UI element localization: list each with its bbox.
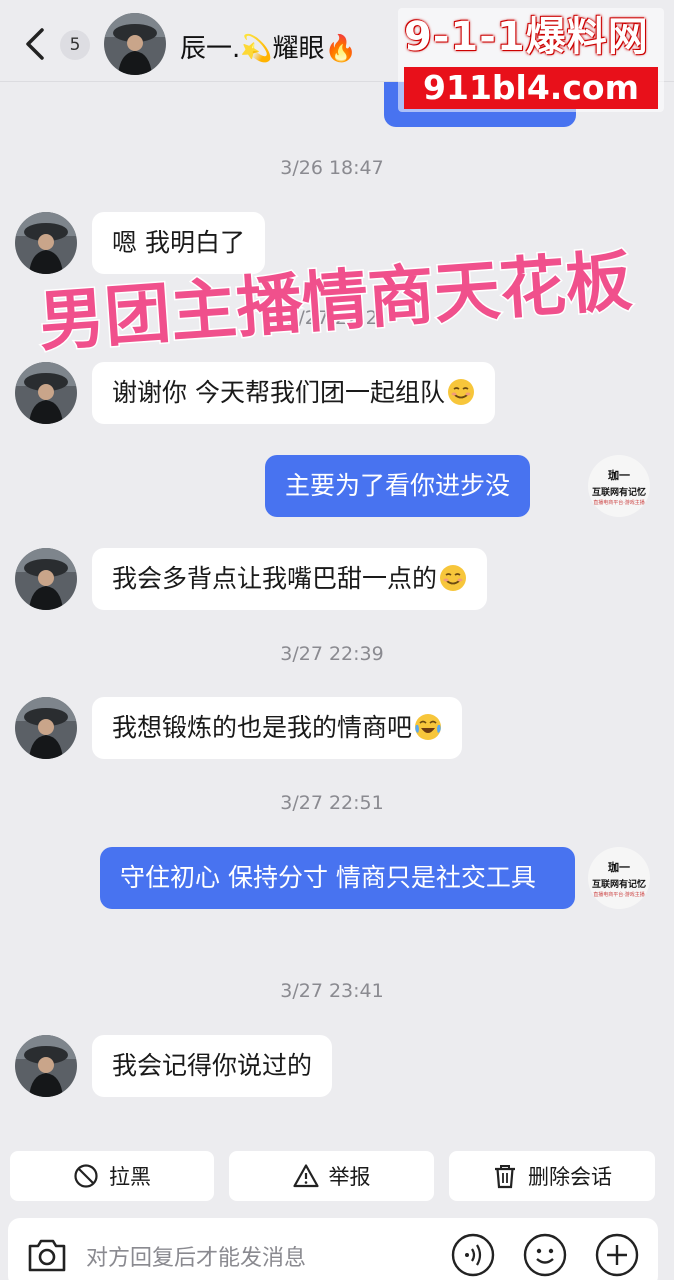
delete-label: 删除会话 [528, 1165, 612, 1189]
camera-icon[interactable] [26, 1236, 68, 1274]
contact-avatar[interactable] [15, 1035, 77, 1097]
message-text: 我会记得你说过的 [112, 1051, 313, 1080]
report-button[interactable]: 举报 [229, 1151, 434, 1201]
message-input-bar: 对方回复后才能发消息 [8, 1218, 658, 1280]
block-icon [74, 1164, 98, 1188]
message-bubble-incoming[interactable]: 嗯 我明白了 [92, 212, 265, 274]
crying-laughing-emoji [415, 714, 442, 740]
contact-avatar[interactable] [15, 362, 77, 424]
message-text: 我会多背点让我嘴巴甜一点的 [112, 564, 438, 593]
trash-icon [495, 1165, 515, 1189]
message-bubble-incoming[interactable]: 我会记得你说过的 [92, 1035, 333, 1097]
my-avatar-line3: 直播电商平台·游戏主播 [593, 500, 645, 506]
voice-icon[interactable] [450, 1232, 496, 1278]
emoji-icon[interactable] [522, 1232, 568, 1278]
watermark-site-name: 9-1-1爆料网 [404, 14, 649, 60]
contact-name[interactable]: 辰一.💫耀眼🔥 [180, 28, 357, 65]
my-avatar-line2: 互联网有记忆 [591, 488, 646, 498]
warning-icon [292, 1164, 319, 1188]
timestamp: 3/27 22:51 [280, 792, 384, 814]
message-bubble-incoming[interactable]: 我会多背点让我嘴巴甜一点的 [92, 548, 488, 610]
my-avatar[interactable]: 珈一 互联网有记忆 直播电商平台·游戏主播 [588, 455, 650, 517]
contact-avatar[interactable] [15, 697, 77, 759]
back-arrow-icon[interactable] [18, 24, 54, 64]
message-bubble-incoming[interactable]: 我想锻炼的也是我的情商吧 [92, 697, 463, 759]
timestamp: 3/26 18:47 [280, 157, 384, 179]
smiling-face-emoji [440, 565, 467, 591]
contact-avatar[interactable] [104, 13, 166, 75]
message-text: 守住初心 保持分寸 情商只是社交工具 [120, 863, 536, 892]
plus-icon[interactable] [594, 1232, 640, 1278]
message-text: 谢谢你 今天帮我们团一起组队 [112, 378, 445, 407]
delete-conversation-button[interactable]: 删除会话 [449, 1151, 655, 1201]
contact-avatar[interactable] [15, 548, 77, 610]
timestamp: 3/27 22:39 [280, 643, 384, 665]
my-avatar-line3: 直播电商平台·游戏主播 [593, 892, 645, 898]
watermark-url: 911bl4.com [404, 67, 658, 109]
message-text: 嗯 我明白了 [112, 228, 245, 257]
report-label: 举报 [328, 1165, 371, 1189]
timestamp: 3/27 23:41 [280, 980, 384, 1002]
timestamp: 3/27 22:2 [286, 307, 378, 329]
my-avatar-line1: 珈一 [608, 469, 630, 482]
my-avatar-line1: 珈一 [608, 861, 630, 874]
message-bubble-incoming[interactable]: 谢谢你 今天帮我们团一起组队 [92, 362, 495, 424]
message-bubble-outgoing[interactable]: 主要为了看你进步没 [265, 455, 531, 517]
block-button[interactable]: 拉黑 [10, 1151, 214, 1201]
smiling-face-emoji [447, 379, 474, 405]
contact-avatar[interactable] [15, 212, 77, 274]
block-label: 拉黑 [109, 1165, 151, 1189]
message-text: 主要为了看你进步没 [285, 471, 511, 500]
my-avatar[interactable]: 珈一 互联网有记忆 直播电商平台·游戏主播 [588, 847, 650, 909]
message-bubble-outgoing[interactable]: 守住初心 保持分寸 情商只是社交工具 [100, 847, 575, 909]
my-avatar-line2: 互联网有记忆 [591, 880, 646, 890]
message-text: 我想锻炼的也是我的情商吧 [112, 713, 413, 742]
message-input[interactable]: 对方回复后才能发消息 [86, 1240, 306, 1272]
unread-count-badge[interactable]: 5 [60, 30, 90, 60]
